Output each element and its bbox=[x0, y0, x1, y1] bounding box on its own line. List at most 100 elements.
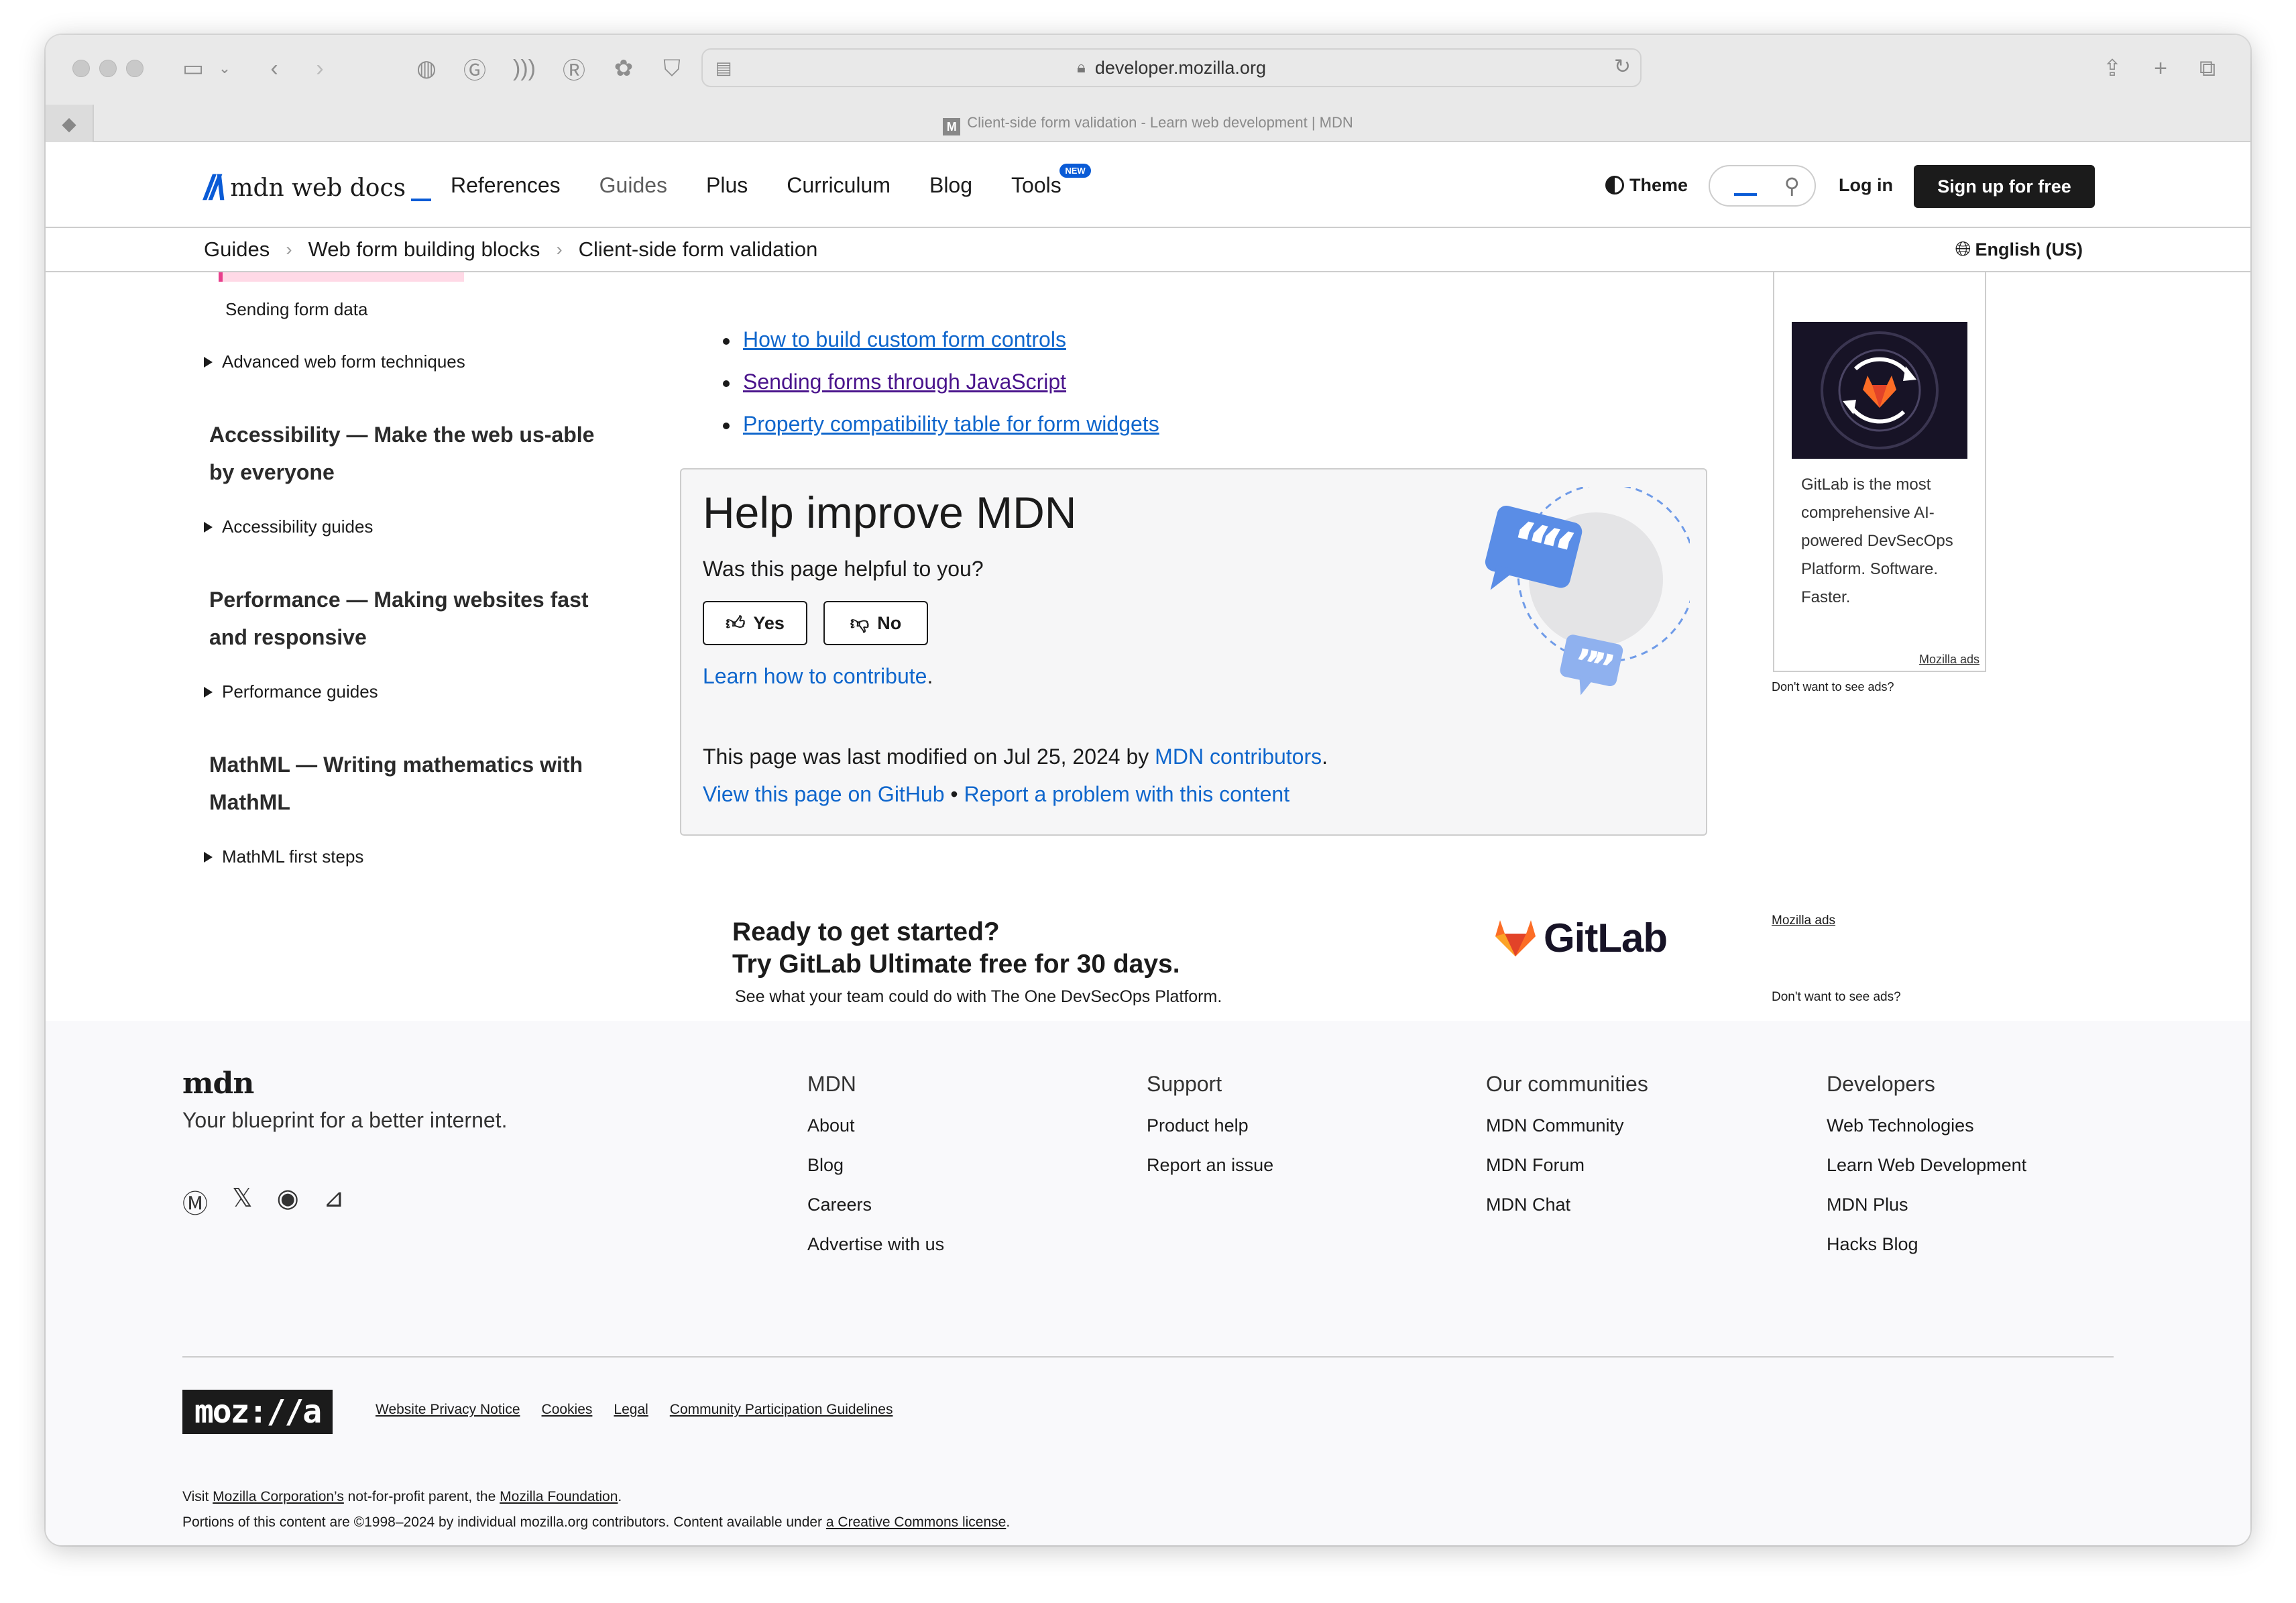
breadcrumb-web-form-building-blocks[interactable]: Web form building blocks bbox=[308, 237, 540, 262]
breadcrumb-guides[interactable]: Guides bbox=[204, 237, 270, 262]
sidebar-item-mathml-first-steps[interactable]: MathML first steps bbox=[204, 846, 363, 867]
back-icon[interactable]: ‹ bbox=[257, 48, 291, 89]
participation-guidelines-link[interactable]: Community Participation Guidelines bbox=[670, 1402, 893, 1418]
period: . bbox=[1006, 1514, 1011, 1530]
no-ads-link[interactable]: Don't want to see ads? bbox=[1772, 680, 1894, 694]
related-links-list: How to build custom form controls Sendin… bbox=[723, 327, 1159, 454]
sidebar-ad[interactable]: GitLab is the most comprehensive AI-powe… bbox=[1773, 272, 1986, 672]
minimize-window-button[interactable] bbox=[99, 60, 117, 77]
reload-icon[interactable]: ↻ bbox=[1614, 55, 1631, 78]
mastodon-icon[interactable]: Ⓜ bbox=[182, 1183, 208, 1220]
address-bar[interactable]: ▤ 🔒︎ developer.mozilla.org ↻ bbox=[701, 48, 1642, 87]
x-twitter-icon[interactable]: 𝕏 bbox=[232, 1183, 253, 1220]
extension-rss-icon[interactable]: ))) bbox=[506, 48, 543, 89]
login-link[interactable]: Log in bbox=[1839, 142, 1893, 228]
search-icon[interactable]: ⚲ bbox=[1784, 173, 1800, 199]
copyright-line: Portions of this content are ©1998–2024 … bbox=[182, 1514, 1010, 1531]
banner-mozilla-ads-link[interactable]: Mozilla ads bbox=[1772, 914, 1835, 928]
mdn-logo[interactable]: //\ mdn web docs bbox=[204, 168, 432, 208]
nav-references[interactable]: References bbox=[451, 173, 561, 198]
sidebar-heading-accessibility[interactable]: Accessibility — Make the web us-able by … bbox=[209, 416, 625, 491]
gitlab-logo[interactable]: GitLab bbox=[1494, 915, 1668, 961]
active-tab[interactable]: M Client-side form validation - Learn web… bbox=[46, 114, 2250, 135]
last-modified: This page was last modified on Jul 25, 2… bbox=[703, 744, 1328, 769]
footer-link-learn-web-dev[interactable]: Learn Web Development bbox=[1827, 1155, 2026, 1176]
mozilla-logo[interactable]: moz://a bbox=[182, 1390, 333, 1434]
footer-link-mdn-plus[interactable]: MDN Plus bbox=[1827, 1195, 2026, 1215]
footer-link-mdn-forum[interactable]: MDN Forum bbox=[1486, 1155, 1648, 1176]
footer-link-mdn-chat[interactable]: MDN Chat bbox=[1486, 1195, 1648, 1215]
tab-overview-icon[interactable]: ⧉ bbox=[2189, 48, 2226, 89]
sidebar-item-sending-form-data[interactable]: Sending form data bbox=[225, 299, 367, 320]
footer-link-mdn-community[interactable]: MDN Community bbox=[1486, 1115, 1648, 1136]
mozilla-ads-link[interactable]: Mozilla ads bbox=[1919, 653, 1979, 667]
creative-commons-link[interactable]: a Creative Commons license bbox=[826, 1514, 1006, 1530]
share-icon[interactable]: ⇪ bbox=[2093, 48, 2131, 89]
link-custom-form-controls[interactable]: How to build custom form controls bbox=[743, 327, 1066, 351]
sidebar-heading-mathml[interactable]: MathML — Writing mathematics with MathML bbox=[209, 746, 638, 821]
yes-button[interactable]: 👍︎ Yes bbox=[703, 601, 807, 645]
github-line: View this page on GitHub • Report a prob… bbox=[703, 782, 1289, 807]
signup-button[interactable]: Sign up for free bbox=[1914, 165, 2095, 208]
banner-no-ads-link[interactable]: Don't want to see ads? bbox=[1772, 990, 1901, 1005]
footer-mdn-logo[interactable]: mdn bbox=[182, 1066, 254, 1101]
nav-tools-label: Tools bbox=[1011, 172, 1061, 197]
sidebar-current-highlight bbox=[219, 272, 464, 282]
chevron-down-icon[interactable]: ⌄ bbox=[215, 48, 235, 89]
footer-link-blog[interactable]: Blog bbox=[807, 1155, 944, 1176]
report-problem-link[interactable]: Report a problem with this content bbox=[964, 782, 1290, 806]
search-caret bbox=[1734, 193, 1757, 196]
breadcrumb-current[interactable]: Client-side form validation bbox=[579, 237, 818, 262]
cookies-link[interactable]: Cookies bbox=[542, 1402, 593, 1418]
sidebar-item-performance-guides[interactable]: Performance guides bbox=[204, 681, 378, 702]
nav-curriculum[interactable]: Curriculum bbox=[787, 173, 891, 198]
privacy-notice-link[interactable]: Website Privacy Notice bbox=[376, 1402, 520, 1418]
new-tab-icon[interactable]: + bbox=[2142, 48, 2179, 89]
extension-privacy-icon[interactable]: ◍ bbox=[408, 48, 445, 89]
rss-icon[interactable]: ⊿ bbox=[323, 1183, 345, 1220]
footer-link-web-technologies[interactable]: Web Technologies bbox=[1827, 1115, 2026, 1136]
extension-brain-icon[interactable]: ✿ bbox=[605, 48, 642, 89]
footer-link-advertise[interactable]: Advertise with us bbox=[807, 1234, 944, 1255]
search-input[interactable]: ⚲ bbox=[1709, 165, 1816, 207]
mdn-contributors-link[interactable]: MDN contributors bbox=[1155, 744, 1322, 769]
footer-link-product-help[interactable]: Product help bbox=[1147, 1115, 1273, 1136]
sidebar-toggle-icon[interactable]: ▭ bbox=[173, 48, 213, 89]
nav-blog[interactable]: Blog bbox=[929, 173, 972, 198]
theme-icon bbox=[1605, 176, 1624, 195]
forward-icon[interactable]: › bbox=[303, 48, 337, 89]
footer-column-mdn: MDN About Blog Careers Advertise with us bbox=[807, 1072, 944, 1274]
nav-guides[interactable]: Guides bbox=[599, 173, 667, 198]
logo-cursor bbox=[411, 199, 432, 201]
sidebar-item-accessibility-guides[interactable]: Accessibility guides bbox=[204, 516, 373, 537]
footer-link-report-issue[interactable]: Report an issue bbox=[1147, 1155, 1273, 1176]
banner-ad-headline[interactable]: Ready to get started? Try GitLab Ultimat… bbox=[732, 916, 1180, 981]
language-switcher[interactable]: 🌐︎ English (US) bbox=[1955, 228, 2083, 271]
no-button[interactable]: 👎︎ No bbox=[823, 601, 928, 645]
link-sending-forms-js[interactable]: Sending forms through JavaScript bbox=[743, 370, 1066, 394]
extension-grammarly-icon[interactable]: Ⓖ bbox=[456, 48, 494, 89]
sidebar-heading-performance[interactable]: Performance — Making websites fast and r… bbox=[209, 581, 625, 656]
theme-button[interactable]: Theme bbox=[1605, 142, 1688, 228]
last-modified-text: This page was last modified on Jul 25, 2… bbox=[703, 744, 1155, 769]
extension-r-icon[interactable]: Ⓡ bbox=[555, 48, 593, 89]
footer-link-hacks-blog[interactable]: Hacks Blog bbox=[1827, 1234, 2026, 1255]
github-icon[interactable]: ◉ bbox=[277, 1183, 299, 1220]
learn-contribute-link[interactable]: Learn how to contribute bbox=[703, 664, 927, 688]
mozilla-corporation-link[interactable]: Mozilla Corporation’s bbox=[213, 1489, 344, 1504]
browser-window: ▭ ⌄ ‹ › ◍ Ⓖ ))) Ⓡ ✿ ⛉ ▤ 🔒︎ developer.moz… bbox=[46, 35, 2250, 1545]
close-window-button[interactable] bbox=[72, 60, 90, 77]
extension-shield-icon[interactable]: ⛉ bbox=[653, 48, 691, 89]
footer-link-about[interactable]: About bbox=[807, 1115, 944, 1136]
nav-plus[interactable]: Plus bbox=[706, 173, 748, 198]
view-on-github-link[interactable]: View this page on GitHub bbox=[703, 782, 945, 806]
footer-link-careers[interactable]: Careers bbox=[807, 1195, 944, 1215]
reader-icon[interactable]: ▤ bbox=[712, 56, 735, 79]
zoom-window-button[interactable] bbox=[126, 60, 144, 77]
sidebar-item-advanced-techniques[interactable]: Advanced web form techniques bbox=[204, 351, 465, 372]
legal-link[interactable]: Legal bbox=[614, 1402, 648, 1418]
window-controls bbox=[72, 60, 144, 77]
link-property-compat-table[interactable]: Property compatibility table for form wi… bbox=[743, 412, 1159, 436]
nav-tools[interactable]: Tools NEW bbox=[1011, 163, 1091, 198]
mozilla-foundation-link[interactable]: Mozilla Foundation bbox=[500, 1489, 618, 1504]
